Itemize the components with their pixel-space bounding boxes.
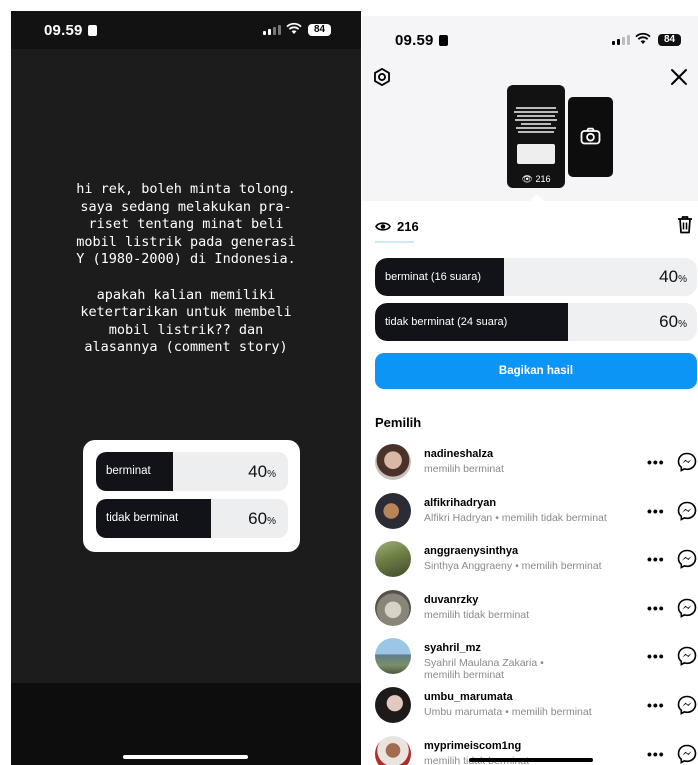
voter-username[interactable]: umbu_marumata — [424, 691, 513, 703]
wifi-icon — [635, 32, 651, 44]
voter-row[interactable]: umbu_marumata Umbu marumata • memilih be… — [375, 687, 698, 727]
messenger-icon[interactable] — [677, 452, 697, 472]
voter-detail: Sinthya Anggraeny • memilih berminat — [424, 560, 602, 572]
messenger-icon[interactable] — [677, 501, 697, 521]
story-footer — [11, 683, 361, 765]
wifi-icon — [286, 22, 302, 34]
messenger-icon[interactable] — [677, 598, 697, 618]
poll-result-percent: 40% — [659, 267, 687, 286]
poll-option-label: tidak berminat — [106, 512, 179, 524]
more-options-icon[interactable]: ••• — [647, 746, 665, 762]
avatar[interactable] — [375, 493, 411, 529]
poll-option-tidak-berminat[interactable]: tidak berminat 60% — [96, 499, 288, 538]
voter-row[interactable]: nadineshalza memilih berminat ••• — [375, 444, 698, 484]
battery-indicator: 84 — [308, 24, 331, 36]
active-tab-underline — [375, 241, 414, 243]
more-options-icon[interactable]: ••• — [647, 454, 665, 470]
messenger-icon[interactable] — [677, 646, 697, 666]
poll-result-percent: 60% — [659, 312, 687, 331]
view-count-number: 216 — [397, 219, 419, 234]
id-card-icon — [87, 25, 97, 36]
add-story-thumbnail[interactable] — [568, 97, 613, 177]
status-bar: 09.59 84 — [11, 11, 361, 49]
status-bar: 09.59 84 — [362, 16, 698, 56]
voter-detail: Umbu marumata • memilih berminat — [424, 706, 592, 718]
voters-heading: Pemilih — [375, 415, 422, 430]
voter-username[interactable]: nadineshalza — [424, 448, 493, 460]
voter-username[interactable]: syahril_mz — [424, 642, 481, 654]
voter-detail: Syahril Maulana Zakaria • memilih bermin… — [424, 657, 544, 681]
voter-row[interactable]: duvanrzky memilih tidak berminat ••• — [375, 590, 698, 630]
thumbnail-pointer — [530, 194, 544, 201]
voter-row[interactable]: syahril_mz Syahril Maulana Zakaria • mem… — [375, 638, 698, 681]
share-results-button[interactable]: Bagikan hasil — [375, 353, 697, 389]
messenger-icon[interactable] — [677, 695, 697, 715]
poll-sticker[interactable]: berminat 40% tidak berminat 60% — [83, 440, 300, 552]
id-card-icon — [438, 35, 448, 46]
story-question-text: hi rek, boleh minta tolong. saya sedang … — [76, 181, 296, 356]
poll-option-percent: 40% — [248, 462, 276, 481]
voter-detail: Alfikri Hadryan • memilih tidak berminat — [424, 512, 607, 524]
story-content: hi rek, boleh minta tolong. saya sedang … — [11, 49, 361, 683]
voter-username[interactable]: myprimeiscom1ng — [424, 740, 521, 752]
voter-username[interactable]: alfikrihadryan — [424, 497, 496, 509]
avatar[interactable] — [375, 590, 411, 626]
status-time: 09.59 — [44, 22, 97, 39]
eye-icon — [375, 222, 391, 231]
poll-result-berminat[interactable]: berminat (16 suara) 40% — [375, 258, 697, 296]
thumbnail-poll-preview — [517, 144, 555, 164]
avatar[interactable] — [375, 736, 411, 765]
story-screen: 09.59 84 hi rek, boleh minta tolong. say… — [11, 11, 361, 765]
story-thumbnail[interactable]: 👁 216 — [507, 85, 565, 188]
voter-row[interactable]: alfikrihadryan Alfikri Hadryan • memilih… — [375, 493, 698, 533]
avatar[interactable] — [375, 444, 411, 480]
messenger-icon[interactable] — [677, 744, 697, 764]
avatar[interactable] — [375, 541, 411, 577]
home-indicator[interactable] — [469, 758, 593, 762]
settings-gear-icon[interactable] — [373, 68, 391, 86]
poll-option-berminat[interactable]: berminat 40% — [96, 452, 288, 491]
messenger-icon[interactable] — [677, 549, 697, 569]
voter-row[interactable]: anggraenysinthya Sinthya Anggraeny • mem… — [375, 541, 698, 581]
avatar[interactable] — [375, 687, 411, 723]
view-count[interactable]: 216 — [375, 219, 419, 234]
voter-username[interactable]: anggraenysinthya — [424, 545, 518, 557]
more-options-icon[interactable]: ••• — [647, 600, 665, 616]
voter-username[interactable]: duvanrzky — [424, 594, 478, 606]
voter-detail: memilih tidak berminat — [424, 609, 530, 621]
status-time: 09.59 — [395, 32, 448, 49]
signal-icon — [263, 25, 281, 35]
battery-indicator: 84 — [658, 34, 681, 46]
more-options-icon[interactable]: ••• — [647, 551, 665, 567]
home-indicator[interactable] — [123, 755, 248, 759]
more-options-icon[interactable]: ••• — [647, 503, 665, 519]
poll-result-tidak-berminat[interactable]: tidak berminat (24 suara) 60% — [375, 303, 697, 341]
viewers-sheet: 216 berminat (16 suara) 40% tidak bermin… — [362, 201, 698, 765]
poll-option-percent: 60% — [248, 509, 276, 528]
trash-icon[interactable] — [677, 215, 693, 234]
close-icon[interactable] — [670, 68, 688, 86]
story-viewers-screen: 09.59 84 👁 216 216 berminat (16 suara) 4… — [362, 16, 698, 765]
poll-result-label: berminat (16 suara) — [385, 271, 481, 283]
more-options-icon[interactable]: ••• — [647, 648, 665, 664]
avatar[interactable] — [375, 638, 411, 674]
signal-icon — [612, 35, 630, 45]
voter-detail: memilih berminat — [424, 463, 504, 475]
more-options-icon[interactable]: ••• — [647, 697, 665, 713]
poll-option-label: berminat — [106, 465, 151, 477]
thumbnail-view-count: 👁 216 — [521, 174, 551, 184]
poll-result-label: tidak berminat (24 suara) — [385, 316, 508, 328]
thumbnail-text-preview — [512, 105, 560, 141]
camera-icon — [580, 127, 601, 145]
